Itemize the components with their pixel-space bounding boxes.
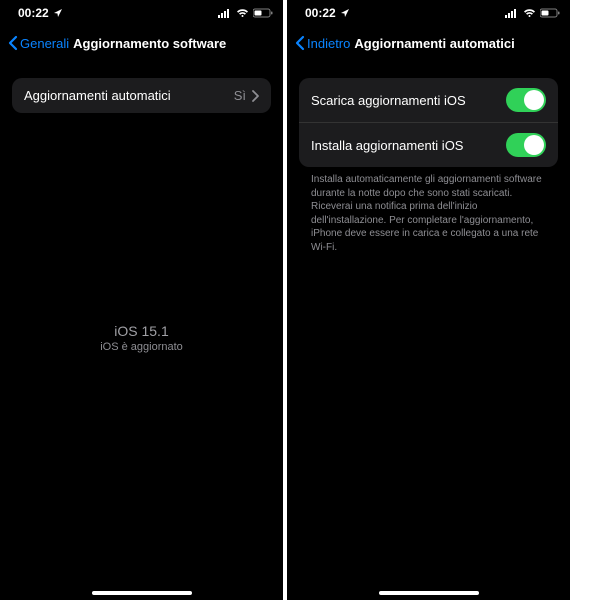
status-time: 00:22 xyxy=(305,6,336,20)
chevron-left-icon xyxy=(295,35,305,51)
location-icon xyxy=(53,8,63,18)
home-indicator[interactable] xyxy=(92,591,192,595)
install-updates-toggle[interactable] xyxy=(506,133,546,157)
status-bar: 00:22 xyxy=(287,0,570,26)
row-value: Sì xyxy=(234,88,246,103)
page-title: Aggiornamenti automatici xyxy=(354,36,514,51)
battery-icon xyxy=(253,8,273,18)
row-label: Scarica aggiornamenti iOS xyxy=(311,93,466,108)
wifi-icon xyxy=(236,8,249,18)
battery-icon xyxy=(540,8,560,18)
install-updates-row: Installa aggiornamenti iOS xyxy=(299,122,558,167)
signal-icon xyxy=(505,8,519,18)
download-updates-toggle[interactable] xyxy=(506,88,546,112)
settings-group: Scarica aggiornamenti iOS Installa aggio… xyxy=(299,78,558,167)
nav-bar: Indietro Aggiornamenti automatici xyxy=(287,26,570,60)
wifi-icon xyxy=(523,8,536,18)
ios-updated-label: iOS è aggiornato xyxy=(12,341,271,353)
auto-updates-row[interactable]: Aggiornamenti automatici Sì xyxy=(12,78,271,113)
chevron-left-icon xyxy=(8,35,18,51)
back-button[interactable]: Indietro xyxy=(295,35,350,51)
settings-footer-text: Installa automaticamente gli aggiornamen… xyxy=(299,167,558,254)
location-icon xyxy=(340,8,350,18)
settings-group: Aggiornamenti automatici Sì xyxy=(12,78,271,113)
signal-icon xyxy=(218,8,232,18)
ios-version-status: iOS 15.1 iOS è aggiornato xyxy=(12,323,271,353)
phone-screen-software-update: 00:22 Generali Aggiornamento software Ag… xyxy=(0,0,283,600)
row-label: Installa aggiornamenti iOS xyxy=(311,138,463,153)
back-label: Generali xyxy=(20,36,69,51)
back-button[interactable]: Generali xyxy=(8,35,69,51)
chevron-right-icon xyxy=(252,90,259,102)
page-title: Aggiornamento software xyxy=(73,36,226,51)
ios-version-label: iOS 15.1 xyxy=(12,323,271,339)
back-label: Indietro xyxy=(307,36,350,51)
download-updates-row: Scarica aggiornamenti iOS xyxy=(299,78,558,122)
phone-screen-auto-updates: 00:22 Indietro Aggiornamenti automatici … xyxy=(287,0,570,600)
status-time: 00:22 xyxy=(18,6,49,20)
status-bar: 00:22 xyxy=(0,0,283,26)
row-label: Aggiornamenti automatici xyxy=(24,88,171,103)
nav-bar: Generali Aggiornamento software xyxy=(0,26,283,60)
home-indicator[interactable] xyxy=(379,591,479,595)
